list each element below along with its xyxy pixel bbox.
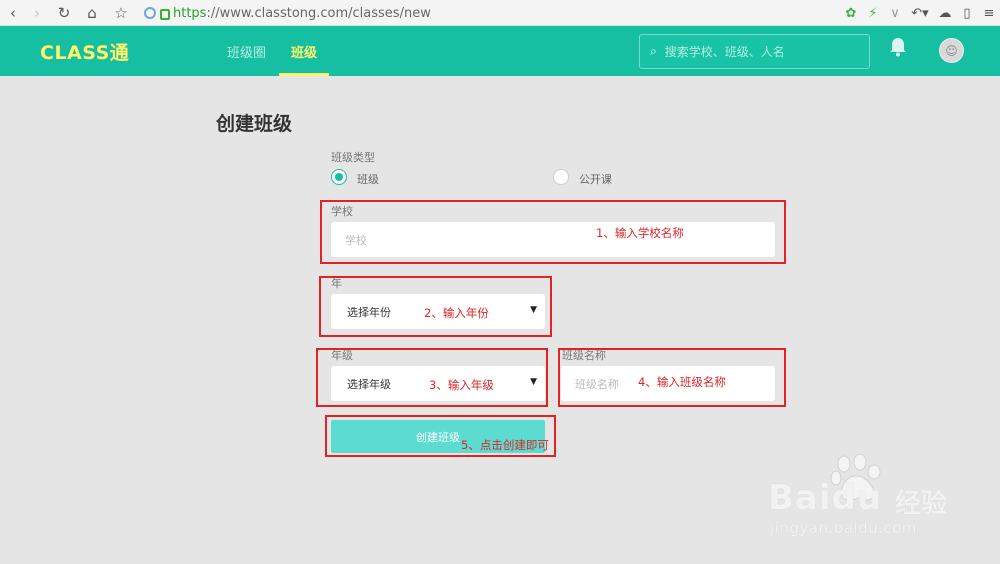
watermark-url: jingyan.baidu.com (770, 519, 917, 537)
url-path: ://www.classtong.com/classes/new (206, 5, 431, 21)
search-input[interactable]: ⌕ 搜索学校、班级、人名 (639, 34, 870, 69)
watermark-baidu: Baidu (768, 478, 883, 518)
search-icon: ⌕ (650, 44, 657, 58)
annotation-step-2: 2、输入年份 (424, 306, 489, 320)
watermark-jingyan: 经验 (895, 489, 948, 519)
shield-icon (144, 7, 156, 19)
annotation-step-1: 1、输入学校名称 (596, 226, 684, 240)
class-type-label: 班级类型 (331, 151, 375, 164)
search-placeholder: 搜索学校、班级、人名 (664, 45, 785, 59)
annotation-box-school (320, 200, 786, 264)
radio-open-class[interactable] (553, 169, 569, 185)
tab-class-circle[interactable]: 班级圈 (227, 42, 266, 61)
cloud-icon[interactable]: ☁ (934, 2, 956, 24)
url-scheme: https (173, 5, 207, 21)
tab-classes[interactable]: 班级 (291, 42, 317, 61)
reload-icon[interactable]: ↻ (53, 2, 75, 24)
radio-class-label: 班级 (357, 173, 379, 186)
lock-icon (160, 8, 170, 20)
annotation-step-5: 5、点击创建即可 (461, 438, 549, 452)
undo-icon[interactable]: ↶▾ (906, 2, 934, 24)
dropdown-icon[interactable]: ∨ (884, 2, 906, 24)
tablet-icon[interactable]: ▯ (956, 2, 978, 24)
bell-icon[interactable] (887, 37, 909, 61)
annotation-step-4: 4、输入班级名称 (638, 375, 726, 389)
address-bar[interactable]: https://www.classtong.com/classes/new (144, 3, 431, 23)
logo[interactable]: CLASS通 (40, 38, 129, 65)
menu-icon[interactable]: ≡ (978, 2, 1000, 24)
app-header: CLASS通 班级圈 班级 ⌕ 搜索学校、班级、人名 ☺ (0, 26, 1000, 76)
page-title: 创建班级 (216, 113, 293, 135)
radio-class[interactable] (331, 169, 347, 185)
browser-tools: ✿ ⚡ ∨ ↶▾ ☁ ▯ ≡ (840, 2, 1000, 24)
forward-icon[interactable]: › (26, 2, 48, 24)
active-tab-indicator (279, 73, 329, 76)
bookmark-star-icon[interactable]: ☆ (110, 2, 132, 24)
browser-toolbar: ‹ › ↻ ⌂ ☆ https://www.classtong.com/clas… (0, 0, 1000, 26)
radio-open-class-label: 公开课 (579, 173, 612, 186)
home-icon[interactable]: ⌂ (81, 2, 103, 24)
annotation-step-3: 3、输入年级 (429, 378, 494, 392)
back-icon[interactable]: ‹ (2, 2, 24, 24)
avatar[interactable]: ☺ (939, 38, 964, 63)
extension-icon[interactable]: ✿ (840, 2, 862, 24)
lightning-icon[interactable]: ⚡ (862, 2, 884, 24)
